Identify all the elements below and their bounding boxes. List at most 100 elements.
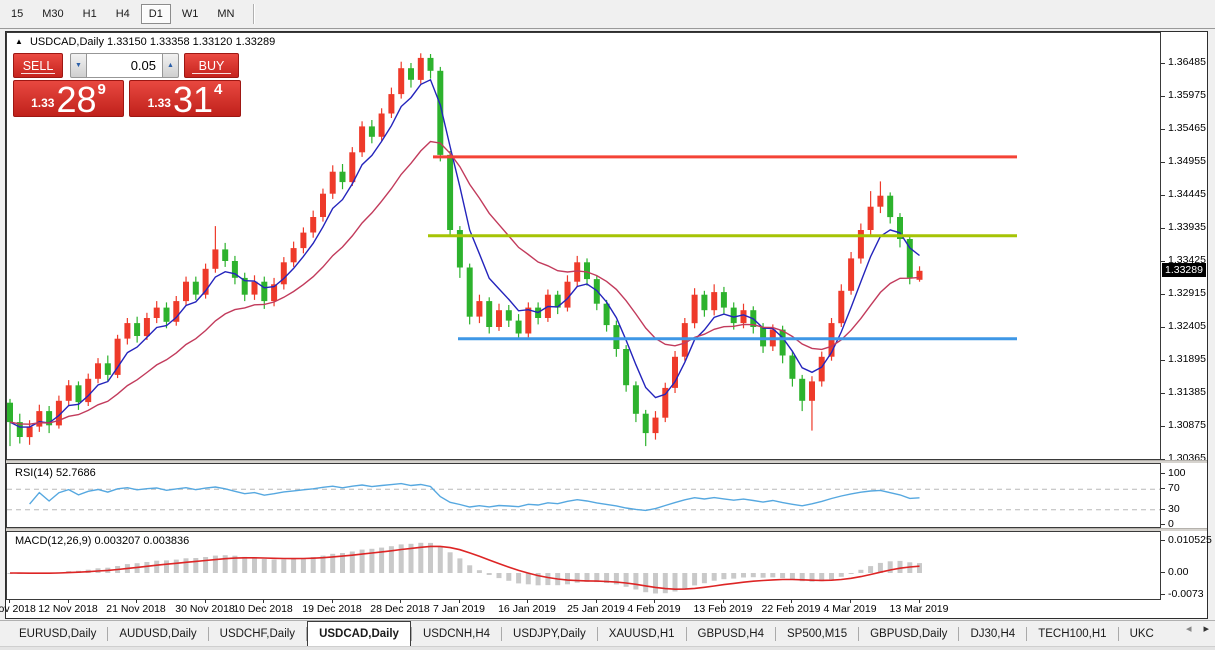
x-axis-label: 10 Dec 2018	[233, 603, 293, 615]
chart-title: ▲ USDCAD,Daily 1.33150 1.33358 1.33120 1…	[15, 36, 275, 48]
tabs-scroll-right-button[interactable]: ▸	[1203, 622, 1209, 635]
tab-dj30-h4[interactable]: DJ30,H4	[959, 621, 1026, 647]
x-axis-label: 22 Feb 2019	[762, 603, 821, 615]
timeframe-button-D1[interactable]: D1	[141, 4, 171, 24]
y-axis-label: 1.32405	[1168, 320, 1206, 332]
timeframe-button-W1[interactable]: W1	[174, 4, 207, 24]
tab-tech100-h1[interactable]: TECH100,H1	[1027, 621, 1117, 647]
price-axis: 1.364851.359751.354651.349551.344451.339…	[1161, 32, 1207, 460]
rsi-label: RSI(14) 52.7686	[15, 467, 96, 479]
timeframe-button-15[interactable]: 15	[3, 4, 31, 24]
y-axis-label: 1.35465	[1168, 122, 1206, 134]
x-axis-label: 21 Nov 2018	[106, 603, 166, 615]
x-axis-label: 4 Feb 2019	[627, 603, 680, 615]
tab-xauusd-h1[interactable]: XAUUSD,H1	[598, 621, 686, 647]
sell-price-display[interactable]: 1.33 28 9	[13, 80, 124, 117]
x-axis-label: 25 Jan 2019	[567, 603, 625, 615]
tab-usdjpy-daily[interactable]: USDJPY,Daily	[502, 621, 597, 647]
timeframe-button-M30[interactable]: M30	[34, 4, 71, 24]
x-axis-label: 19 Dec 2018	[302, 603, 362, 615]
sell-button[interactable]: SELL	[13, 53, 63, 78]
x-axis-label: 16 Jan 2019	[498, 603, 556, 615]
x-axis-label: 2 Nov 2018	[0, 603, 36, 615]
buy-button[interactable]: BUY	[184, 53, 239, 78]
timeframe-button-H4[interactable]: H4	[108, 4, 138, 24]
tab-usdcnh-h4[interactable]: USDCNH,H4	[412, 621, 501, 647]
axis-tick	[1161, 594, 1165, 595]
x-axis-label: 28 Dec 2018	[370, 603, 430, 615]
sell-price-big: 28	[56, 87, 96, 113]
volume-increase-button[interactable]: ▲	[162, 53, 179, 78]
axis-tick	[1161, 327, 1165, 328]
macd-axis-label: -0.0073	[1168, 588, 1204, 600]
axis-tick	[1161, 228, 1165, 229]
y-axis-label: 1.31385	[1168, 386, 1206, 398]
tab-ukc[interactable]: UKC	[1119, 621, 1165, 647]
buy-price-display[interactable]: 1.33 31 4	[129, 80, 241, 117]
x-axis-label: 12 Nov 2018	[38, 603, 98, 615]
x-axis-label: 4 Mar 2019	[823, 603, 876, 615]
axis-tick	[1161, 129, 1165, 130]
axis-tick	[1161, 540, 1165, 541]
timeframe-toolbar: 15M30H1H4D1W1MN	[0, 0, 1215, 29]
tab-usdcad-daily[interactable]: USDCAD,Daily	[307, 621, 411, 647]
rsi-chart	[7, 464, 1160, 527]
status-strip	[0, 646, 1215, 650]
rsi-panel[interactable]: RSI(14) 52.7686	[6, 463, 1161, 528]
sell-price-prefix: 1.33	[31, 96, 54, 110]
y-axis-label: 1.35975	[1168, 89, 1206, 101]
one-click-trade-widget: SELL ▼ 0.05 ▲ BUY 1.33 28 9 1.33 31 4	[13, 53, 241, 117]
x-axis-label: 30 Nov 2018	[175, 603, 235, 615]
macd-axis: 0.0105250.00-0.0073	[1161, 531, 1207, 600]
y-axis-label: 1.32915	[1168, 287, 1206, 299]
macd-label: MACD(12,26,9) 0.003207 0.003836	[15, 535, 189, 547]
axis-tick	[1161, 393, 1165, 394]
axis-tick	[1161, 261, 1165, 262]
tab-audusd-daily[interactable]: AUDUSD,Daily	[108, 621, 207, 647]
tab-gbpusd-daily[interactable]: GBPUSD,Daily	[859, 621, 958, 647]
macd-panel[interactable]: MACD(12,26,9) 0.003207 0.003836	[6, 531, 1161, 600]
tab-sp500-m15[interactable]: SP500,M15	[776, 621, 858, 647]
tabs-scroll-left-button[interactable]: ◂	[1186, 622, 1192, 635]
buy-price-pip: 4	[214, 81, 222, 98]
date-axis: 2 Nov 201812 Nov 201821 Nov 201830 Nov 2…	[6, 600, 1207, 618]
x-axis-label: 13 Feb 2019	[694, 603, 753, 615]
axis-tick	[1161, 473, 1165, 474]
rsi-axis-label: 70	[1168, 482, 1180, 494]
tab-eurusd-daily[interactable]: EURUSD,Daily	[8, 621, 107, 647]
rsi-axis-label: 100	[1168, 467, 1186, 479]
tab-usdchf-daily[interactable]: USDCHF,Daily	[209, 621, 306, 647]
axis-tick	[1161, 96, 1165, 97]
rsi-axis: 10070300	[1161, 463, 1207, 528]
toolbar-separator	[253, 4, 255, 24]
buy-price-big: 31	[173, 87, 213, 113]
axis-tick	[1161, 195, 1165, 196]
x-axis-label: 7 Jan 2019	[433, 603, 485, 615]
timeframe-button-MN[interactable]: MN	[209, 4, 242, 24]
axis-tick	[1161, 524, 1165, 525]
axis-tick	[1161, 572, 1165, 573]
timeframe-button-H1[interactable]: H1	[75, 4, 105, 24]
chart-window: ▲ USDCAD,Daily 1.33150 1.33358 1.33120 1…	[5, 31, 1208, 619]
macd-axis-label: 0.00	[1168, 566, 1188, 578]
y-axis-label: 1.31895	[1168, 353, 1206, 365]
current-price-badge: 1.33289	[1162, 263, 1206, 277]
price-chart-canvas[interactable]: ▲ USDCAD,Daily 1.33150 1.33358 1.33120 1…	[6, 32, 1161, 460]
sell-price-pip: 9	[98, 81, 106, 98]
y-axis-label: 1.30875	[1168, 419, 1206, 431]
axis-tick	[1161, 509, 1165, 510]
macd-axis-label: 0.010525	[1168, 534, 1212, 546]
rsi-axis-label: 30	[1168, 503, 1180, 515]
x-axis-label: 13 Mar 2019	[890, 603, 949, 615]
y-axis-label: 1.36485	[1168, 56, 1206, 68]
chart-symbol: USDCAD,Daily	[30, 36, 104, 48]
buy-price-prefix: 1.33	[148, 96, 171, 110]
collapse-triangle-icon[interactable]: ▲	[15, 37, 23, 46]
axis-tick	[1161, 426, 1165, 427]
symbol-tab-bar: EURUSD,DailyAUDUSD,DailyUSDCHF,DailyUSDC…	[0, 620, 1215, 646]
volume-decrease-button[interactable]: ▼	[70, 53, 87, 78]
axis-tick	[1161, 488, 1165, 489]
tab-gbpusd-h4[interactable]: GBPUSD,H4	[687, 621, 775, 647]
volume-input[interactable]: 0.05	[87, 53, 162, 78]
y-axis-label: 1.33935	[1168, 221, 1206, 233]
